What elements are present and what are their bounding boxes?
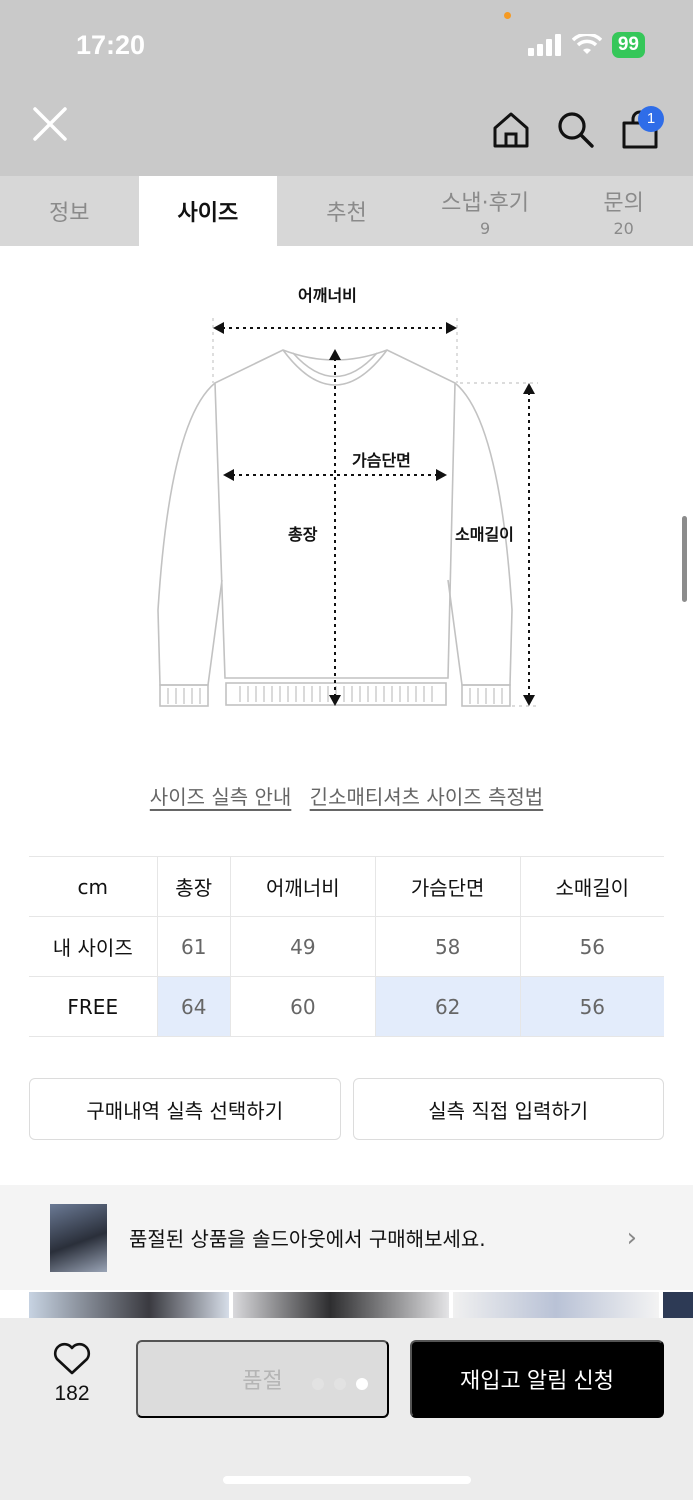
pagination-dot-active [356, 1378, 368, 1390]
column-header: 소매길이 [520, 856, 664, 917]
tab-snap-review[interactable]: 스냅·후기 9 [416, 176, 555, 246]
column-header: 가슴단면 [375, 856, 521, 917]
like-button[interactable]: 182 [40, 1342, 104, 1406]
search-icon[interactable] [556, 110, 596, 150]
column-header: 어깨너비 [230, 856, 376, 917]
table-cell: 61 [157, 916, 231, 977]
chevron-right-icon: › [626, 1222, 637, 1253]
tab-info[interactable]: 정보 [0, 176, 139, 246]
size-guide-link[interactable]: 사이즈 실측 안내 [150, 785, 292, 809]
tab-label: 추천 [326, 201, 367, 226]
tab-label: 정보 [49, 201, 90, 226]
pagination-dots [312, 1378, 368, 1390]
table-cell: 58 [375, 916, 521, 977]
restock-alert-button[interactable]: 재입고 알림 신청 [410, 1340, 664, 1418]
row-label: FREE [29, 976, 158, 1037]
label-shoulder: 어깨너비 [298, 286, 357, 305]
heart-icon [53, 1342, 91, 1375]
like-count: 182 [54, 1382, 90, 1405]
table-row: 내 사이즈 61 49 58 56 [29, 916, 664, 977]
tab-count: 9 [479, 218, 491, 238]
unit-header: cm [29, 856, 158, 917]
table-row: FREE 64 60 62 56 [29, 976, 664, 1037]
column-header: 총장 [157, 856, 231, 917]
label-length: 총장 [288, 525, 318, 544]
pagination-dot [334, 1378, 346, 1390]
size-diagram: 어깨너비 가슴단면 총장 소매길이 [150, 270, 550, 720]
tab-label: 사이즈 [177, 201, 239, 226]
tab-inquiry[interactable]: 문의 20 [554, 176, 693, 246]
measure-actions: 구매내역 실측 선택하기 실측 직접 입력하기 [29, 1078, 664, 1140]
home-icon[interactable] [491, 110, 531, 150]
label-sleeve: 소매길이 [455, 525, 514, 544]
tab-recommend[interactable]: 추천 [277, 176, 416, 246]
soldout-banner[interactable]: 품절된 상품을 솔드아웃에서 구매해보세요. › [0, 1185, 693, 1290]
status-icons: 99 [527, 32, 645, 58]
pagination-dot [312, 1378, 324, 1390]
tab-bar: 정보 사이즈 추천 스냅·후기 9 문의 20 [0, 176, 693, 246]
table-cell-highlight: 56 [520, 976, 664, 1037]
table-cell-highlight: 64 [157, 976, 231, 1037]
label-chest: 가슴단면 [352, 451, 411, 470]
battery-indicator: 99 [611, 32, 645, 58]
soldout-banner-text: 품절된 상품을 솔드아웃에서 구매해보세요. [129, 1227, 486, 1251]
size-table: cm 총장 어깨너비 가슴단면 소매길이 내 사이즈 61 49 58 56 F… [29, 856, 664, 1037]
bottom-action-bar: 182 품절 재입고 알림 신청 [0, 1318, 693, 1500]
table-cell: 49 [230, 916, 376, 977]
tab-label: 스냅·후기 [441, 190, 530, 216]
table-cell: 60 [230, 976, 376, 1037]
signal-icon [527, 34, 561, 56]
select-purchase-history-button[interactable]: 구매내역 실측 선택하기 [29, 1078, 341, 1140]
tab-label: 문의 [603, 190, 644, 216]
tab-count: 20 [613, 218, 634, 238]
sweatshirt-outline [157, 318, 538, 707]
tab-size[interactable]: 사이즈 [138, 176, 278, 246]
table-header-row: cm 총장 어깨너비 가슴단면 소매길이 [29, 856, 664, 917]
wifi-icon [571, 34, 602, 54]
size-links: 사이즈 실측 안내 긴소매티셔츠 사이즈 측정법 [0, 781, 693, 810]
row-label: 내 사이즈 [29, 916, 158, 977]
mic-indicator-dot [504, 12, 511, 19]
cart-badge: 1 [638, 106, 664, 132]
home-indicator [223, 1476, 471, 1484]
product-thumbnail [50, 1203, 107, 1272]
scrollbar[interactable] [682, 516, 687, 602]
close-icon[interactable] [30, 104, 70, 144]
status-time: 17:20 [76, 30, 146, 60]
table-cell: 56 [520, 916, 664, 977]
measure-method-link[interactable]: 긴소매티셔츠 사이즈 측정법 [310, 785, 544, 809]
table-cell-highlight: 62 [375, 976, 521, 1037]
manual-input-button[interactable]: 실측 직접 입력하기 [352, 1078, 664, 1140]
